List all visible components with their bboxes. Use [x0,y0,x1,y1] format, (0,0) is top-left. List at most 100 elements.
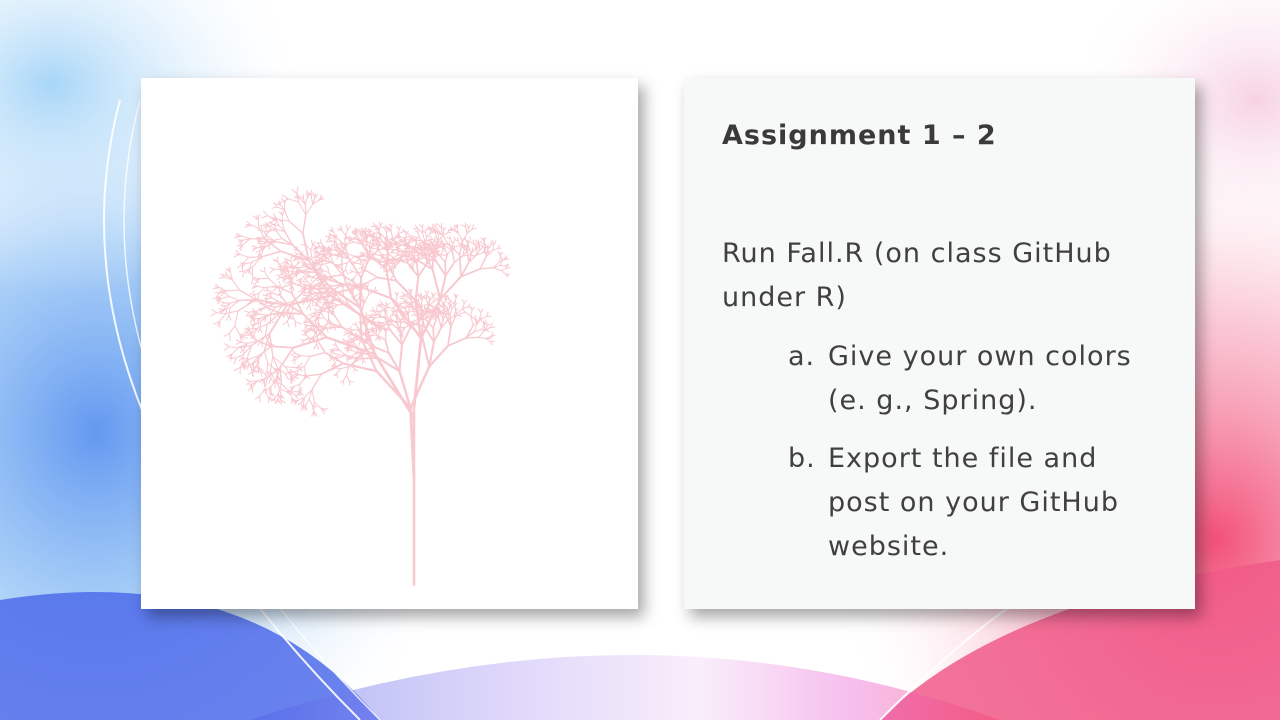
tree-branch [272,286,278,288]
tree-branch [254,395,261,400]
tree-branch [467,224,471,229]
tree-branch [453,236,456,241]
tree-branch [234,253,241,255]
tree-branch [451,250,456,264]
tree-branch [240,235,251,240]
tree-branch [278,281,281,286]
tree-branch [313,401,315,412]
tree-branch [242,361,244,367]
tree-branch [325,325,329,333]
tree-branch [220,301,225,304]
tree-branch [355,350,358,355]
tree-branch [302,194,305,200]
tree-branch [404,233,407,240]
tree-branch [279,388,282,396]
tree-branch [304,277,309,283]
tree-branch [414,275,420,302]
tree-branch [248,363,254,365]
tree-branch [425,298,429,308]
tree-branch [354,357,359,360]
tree-branch [364,276,378,285]
tree-branch [305,334,311,340]
tree-branch [363,256,369,261]
tree-branch [363,252,370,255]
tree-branch [257,219,260,229]
tree-branch [398,226,402,230]
tree-branch [461,224,466,228]
tree-branch [470,309,473,317]
tree-branch [238,357,244,361]
tree-branch [349,269,354,273]
tree-branch [424,232,428,238]
tree-branch [407,233,411,238]
tree-branch [395,254,400,257]
tree-branch [433,292,437,297]
tree-branch [309,351,326,358]
tree-branch [353,368,355,373]
tree-branch [310,329,318,332]
tree-branch [398,343,404,373]
tree-branch [421,223,424,229]
tree-branch [345,269,349,275]
slide: Assignment 1 – 2 Run Fall.R (on class Gi… [0,0,1280,720]
tree-branch [277,398,279,403]
tree-branch [431,268,442,301]
tree-branch [283,313,288,317]
tree-branch [320,312,325,319]
tree-branch [292,349,296,354]
tree-branch [240,262,246,265]
tree-branch [485,311,489,317]
tree-branch [386,302,390,307]
tree-branch [461,241,463,246]
tree-branch [221,305,227,307]
tree-branch [415,243,420,246]
tree-branch [264,377,268,391]
tree-branch [264,271,269,279]
tree-branch [460,312,466,314]
tree-branch [345,262,348,271]
tree-branch [407,301,412,304]
tree-branch [223,346,230,351]
tree-branch [270,319,275,324]
tree-branch [263,350,269,364]
tree-branch [355,259,361,263]
tree-branch [449,235,451,240]
tree-branch [410,234,415,238]
tree-branch [451,244,456,248]
tree-branch [311,373,323,391]
tree-branch [310,244,314,251]
tree-branch [379,300,384,305]
tree-branch [244,310,250,313]
tree-branch [327,267,330,273]
tree-branch [490,341,493,346]
tree-branch [257,323,268,329]
tree-branch [478,240,482,244]
tree-branch [457,237,459,242]
list-marker: b. [788,443,816,474]
tree-branch [263,210,268,217]
tree-branch [379,222,383,226]
tree-branch [262,389,267,391]
tree-branch [345,224,349,230]
tree-branch [346,241,354,245]
tree-branch [420,299,423,308]
tree-branch [238,270,245,273]
tree-branch [363,293,370,303]
tree-branch [418,255,424,259]
tree-branch [435,260,447,277]
tree-branch [313,401,322,410]
tree-branch [477,308,482,314]
tree-branch [268,378,272,385]
tree-branch [369,313,374,317]
tree-branch [296,186,299,194]
tree-branch [305,373,323,377]
tree-branch [313,308,318,311]
tree-branch [257,328,261,333]
tree-branch [228,295,240,302]
tree-branch [351,349,358,354]
tree-branch [252,247,258,250]
tree-branch [385,301,388,307]
tree-branch [398,302,403,304]
fractal-tree-image [141,78,638,609]
tree-branch [277,393,279,400]
